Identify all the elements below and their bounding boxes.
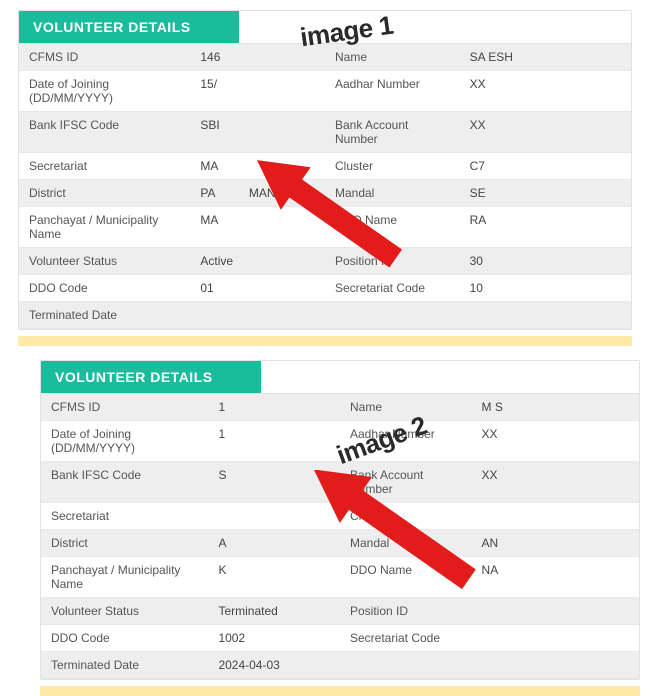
card-header: VOLUNTEER DETAILS <box>19 11 239 43</box>
table-row: CFMS ID 1 Name M S <box>41 394 639 421</box>
value-bankacct: XX <box>472 462 639 503</box>
label-cfms: CFMS ID <box>19 44 190 71</box>
card-header: VOLUNTEER DETAILS <box>41 361 261 393</box>
label-ifsc: Bank IFSC Code <box>19 112 190 153</box>
value-cluster <box>472 503 639 530</box>
value-cluster: C7 <box>460 153 631 180</box>
label-bankacct: Bank Account Number <box>325 112 460 153</box>
table-row: Bank IFSC Code SBI Bank Account Number X… <box>19 112 631 153</box>
label-doj: Date of Joining (DD/MM/YYYY) <box>41 421 208 462</box>
value-aadhar: XX <box>472 421 639 462</box>
label-name: Name <box>325 44 460 71</box>
value-ddoname: NA <box>472 557 639 598</box>
value-termdate: 2024-04-03 <box>208 652 340 679</box>
label-ifsc: Bank IFSC Code <box>41 462 208 503</box>
table-row: Date of Joining (DD/MM/YYYY) 15/ Aadhar … <box>19 71 631 112</box>
label-district: District <box>41 530 208 557</box>
value-position: 30 <box>460 248 631 275</box>
arrow-annotation-1 <box>235 160 415 280</box>
value-volstatus: Terminated <box>208 598 340 625</box>
value-name: M S <box>472 394 639 421</box>
table-row: Terminated Date <box>19 302 631 329</box>
label-termdate: Terminated Date <box>19 302 190 329</box>
value-mandal: SE <box>460 180 631 207</box>
arrow-annotation-2 <box>290 470 490 600</box>
label-secretariat: Secretariat <box>41 503 208 530</box>
label-volstatus: Volunteer Status <box>19 248 190 275</box>
label-ddocode: DDO Code <box>41 625 208 652</box>
table-row: Volunteer Status Terminated Position ID <box>41 598 639 625</box>
value-position <box>472 598 639 625</box>
value-bankacct: XX <box>460 112 631 153</box>
value-seccode <box>472 625 639 652</box>
label-aadhar: Aadhar Number <box>325 71 460 112</box>
value-ifsc: SBI <box>190 112 325 153</box>
value-ddocode: 1002 <box>208 625 340 652</box>
value-mandal: AN <box>472 530 639 557</box>
table-row: DDO Code 1002 Secretariat Code <box>41 625 639 652</box>
value-ddoname: RA <box>460 207 631 248</box>
value-cfms: 1 <box>208 394 340 421</box>
value-termdate <box>190 302 325 329</box>
label-position: Position ID <box>340 598 472 625</box>
label-secretariat: Secretariat <box>19 153 190 180</box>
label-ddocode: DDO Code <box>19 275 190 302</box>
label-doj: Date of Joining (DD/MM/YYYY) <box>19 71 190 112</box>
label-cfms: CFMS ID <box>41 394 208 421</box>
value-name: SA ESH <box>460 44 631 71</box>
value-aadhar: XX <box>460 71 631 112</box>
table-row: Terminated Date 2024-04-03 <box>41 652 639 679</box>
label-seccode: Secretariat Code <box>340 625 472 652</box>
label-termdate: Terminated Date <box>41 652 208 679</box>
value-doj: 15/ <box>190 71 325 112</box>
card-header-wrap: VOLUNTEER DETAILS <box>41 361 639 394</box>
card-footer-strip <box>40 686 640 696</box>
label-panchayat: Panchayat / Municipality Name <box>41 557 208 598</box>
card-footer-strip <box>18 336 632 346</box>
label-district: District <box>19 180 190 207</box>
value-seccode: 10 <box>460 275 631 302</box>
label-volstatus: Volunteer Status <box>41 598 208 625</box>
label-panchayat: Panchayat / Municipality Name <box>19 207 190 248</box>
value-doj: 1 <box>208 421 340 462</box>
